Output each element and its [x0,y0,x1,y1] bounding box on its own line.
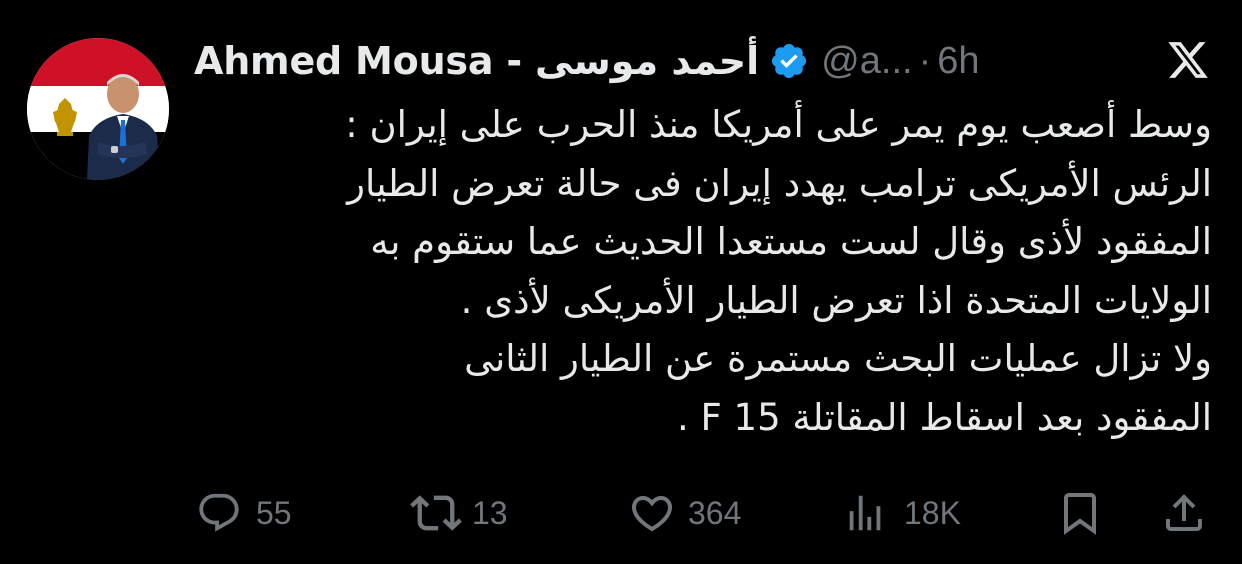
share-button[interactable] [1160,485,1208,541]
action-bar: 55 13 364 18K [0,485,1242,541]
repost-button[interactable]: 13 [410,485,508,541]
verified-badge-icon[interactable] [769,41,809,81]
x-logo-icon [1166,38,1210,82]
bookmark-icon [1056,489,1104,537]
timestamp[interactable]: 6h [937,40,979,83]
views-icon [842,490,888,536]
separator-dot: · [918,39,932,82]
tweet-text: وسط أصعب يوم يمر على أمريكا منذ الحرب عل… [182,96,1212,447]
avatar[interactable] [27,38,169,180]
tweet-line: المفقود بعد اسقاط المقاتلة F 15 . [676,395,1212,439]
tweet-line: وسط أصعب يوم يمر على أمريكا منذ الحرب عل… [345,103,1212,146]
tweet-line: ولا تزال عمليات البحث مستمرة عن الطيار ا… [464,337,1212,380]
views-count: 18K [904,494,961,531]
views-button[interactable]: 18K [842,485,961,541]
tweet-line: الرئس الأمريكى ترامب يهدد إيران فى حالة … [347,161,1212,205]
tweet-header: Ahmed Mousa - أحمد موسى @a... · 6h [194,36,980,86]
tweet-line: المفقود لأذى وقال لست مستعدا الحديث عما … [370,220,1212,263]
reply-count: 55 [256,494,292,531]
bookmark-button[interactable] [1056,485,1104,541]
repost-count: 13 [472,494,508,531]
reply-button[interactable]: 55 [196,485,292,541]
like-button[interactable]: 364 [628,485,741,541]
avatar-image [27,38,169,180]
repost-icon [410,487,462,539]
tweet-line: الولايات المتحدة اذا تعرض الطيار الأمريك… [460,278,1212,322]
display-name[interactable]: Ahmed Mousa - أحمد موسى [194,39,759,83]
share-icon [1160,489,1208,537]
like-count: 364 [688,494,742,531]
reply-icon [196,490,242,536]
heart-icon [628,489,676,537]
handle[interactable]: @a... [821,40,912,83]
